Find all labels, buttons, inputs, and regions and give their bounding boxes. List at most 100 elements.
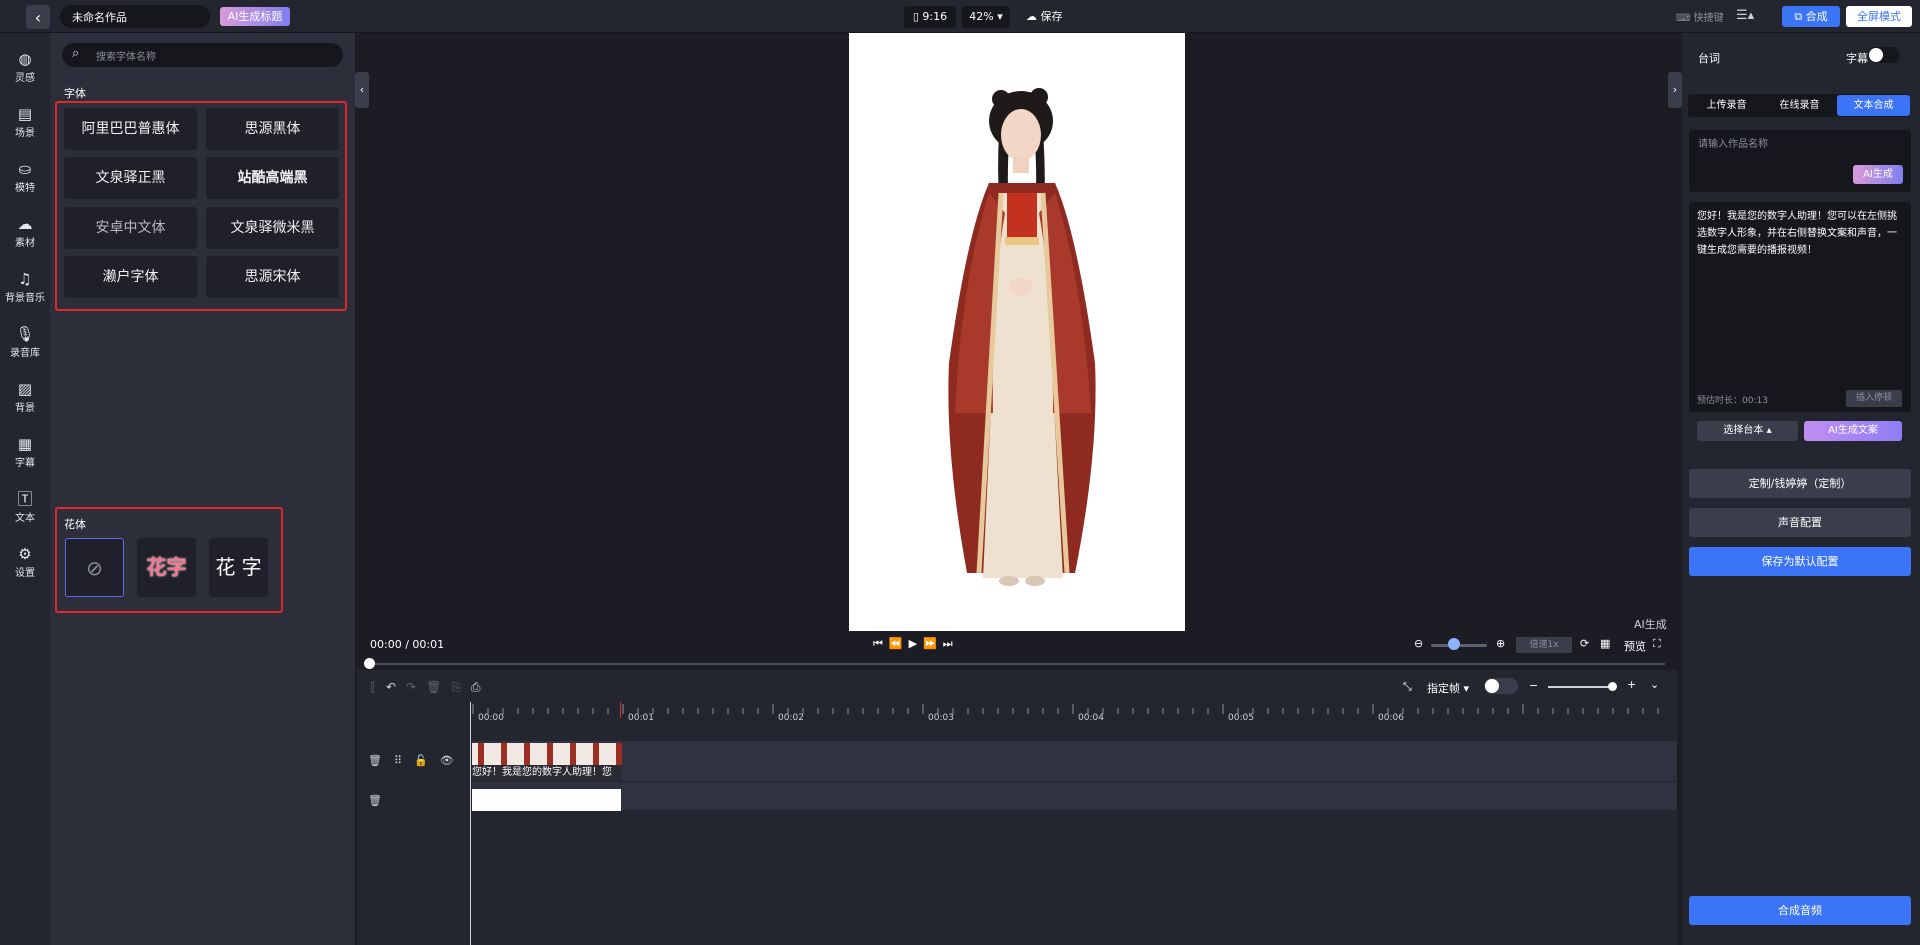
preview-zoom-handle[interactable] — [1448, 638, 1460, 650]
cloud-icon: ☁ — [17, 215, 33, 233]
speed-select[interactable]: 倍速1x — [1516, 637, 1572, 653]
preview-canvas[interactable] — [849, 33, 1185, 631]
font-option[interactable]: 思源宋体 — [206, 256, 339, 298]
collapse-timeline-icon[interactable]: ⌄ — [1650, 678, 1659, 691]
refresh-icon[interactable]: ⟳ — [1580, 637, 1589, 650]
font-option[interactable]: 阿里巴巴普惠体 — [64, 108, 197, 150]
eye-icon[interactable]: 👁 — [440, 754, 466, 767]
insert-pause-button[interactable]: 插入停顿 — [1846, 390, 1902, 407]
undo-icon[interactable]: ↶ — [386, 680, 406, 694]
preview-button[interactable]: 预览 — [1624, 638, 1646, 654]
collapse-left-panel[interactable]: ‹ — [355, 72, 369, 108]
caret-down-icon: ▾ — [993, 10, 1003, 23]
font-option[interactable]: 文泉驿微米黑 — [206, 207, 339, 249]
playback-controls: ⏮⏪▶⏩⏭ — [873, 637, 959, 651]
keyframe-select[interactable]: 指定帧 ▾ — [1427, 680, 1469, 696]
ai-title-button[interactable]: AI生成标题 — [220, 7, 290, 26]
skip-start-icon[interactable]: ⏮ — [873, 637, 889, 650]
nav-label: 录音库 — [10, 348, 40, 359]
collapse-right-panel[interactable]: › — [1668, 72, 1682, 108]
ai-copy-button[interactable]: AI生成文案 — [1804, 421, 1902, 441]
fast-forward-icon[interactable]: ⏩ — [923, 637, 943, 650]
copy-icon[interactable]: ⎘ — [451, 680, 471, 694]
nav-label: 灵感 — [15, 73, 35, 84]
tab-text-synthesis[interactable]: 文本合成 — [1837, 95, 1910, 116]
playhead-line[interactable] — [470, 702, 471, 945]
layout-toggle[interactable]: ☰▴ — [1736, 8, 1754, 23]
grid-icon[interactable]: ▦ — [1600, 637, 1610, 650]
nav-item-model[interactable]: ⛀ 模特 — [0, 153, 50, 203]
shrink-icon[interactable]: ⤡ — [1403, 680, 1412, 694]
choose-script-button[interactable]: 选择台本 ▴ — [1697, 421, 1798, 441]
font-option[interactable]: 思源黑体 — [206, 108, 339, 150]
nav-item-bgmusic[interactable]: ♫ 背景音乐 — [0, 263, 50, 313]
nav-item-settings[interactable]: ⚙ 设置 — [0, 538, 50, 588]
font-option[interactable]: 安卓中文体 — [64, 207, 197, 249]
rewind-icon[interactable]: ⏪ — [889, 637, 909, 650]
project-name-input[interactable]: 未命名作品 — [60, 5, 210, 28]
ratio-value: 9:16 — [922, 10, 948, 23]
panel-title: 台词 — [1698, 52, 1720, 65]
nav-item-inspiration[interactable]: ◍ 灵感 — [0, 43, 50, 93]
script-text[interactable]: 您好！我是您的数字人助理！您可以在左侧挑选数字人形象，并在右侧替换文案和声音，一… — [1697, 208, 1901, 259]
timeline-zoom-slider[interactable] — [1548, 686, 1614, 688]
save-button[interactable]: ☁ 保存 — [1026, 8, 1063, 24]
compose-audio-button[interactable]: 合成音频 — [1689, 896, 1911, 925]
nav-item-material[interactable]: ☁ 素材 — [0, 208, 50, 258]
none-icon: ⊘ — [86, 556, 103, 580]
delete-track-icon[interactable]: 🗑 — [368, 754, 394, 767]
tab-upload-recording[interactable]: 上传录音 — [1690, 95, 1763, 116]
ai-generate-name-button[interactable]: AI生成 — [1853, 165, 1903, 184]
tab-online-recording[interactable]: 在线录音 — [1763, 95, 1836, 116]
tick-label: 00:04 — [1078, 713, 1104, 723]
skip-end-icon[interactable]: ⏭ — [943, 637, 959, 650]
split-icon[interactable]: ⟦ — [370, 680, 386, 694]
nav-item-text[interactable]: 🅃 文本 — [0, 483, 50, 533]
zoom-in-icon[interactable]: ⊕ — [1496, 637, 1505, 650]
font-search-input[interactable]: 搜索字体名称 — [62, 43, 343, 67]
choose-script-label: 选择台本 — [1723, 425, 1764, 436]
font-option[interactable]: 濑户字体 — [64, 256, 197, 298]
aspect-ratio-button[interactable]: ▯ 9:16 — [904, 6, 956, 28]
nav-label: 设置 — [15, 568, 35, 579]
lock-icon[interactable]: 🔓 — [414, 754, 440, 767]
fancy-none-option[interactable]: ⊘ — [65, 538, 124, 597]
nav-item-recording[interactable]: 🎙 录音库 — [0, 318, 50, 368]
audio-clip[interactable] — [472, 789, 621, 811]
keyframe-toggle[interactable] — [1484, 678, 1518, 694]
voice-config-button[interactable]: 声音配置 — [1689, 508, 1911, 537]
nav-label: 背景 — [15, 403, 35, 414]
video-clip[interactable]: 您好！我是您的数字人助理！您 — [472, 743, 622, 781]
drag-handle-icon[interactable]: ⠿ — [394, 754, 414, 767]
nav-item-background[interactable]: ▨ 背景 — [0, 373, 50, 423]
font-option[interactable]: 文泉驿正黑 — [64, 157, 197, 199]
subtitle-toggle[interactable] — [1868, 47, 1900, 63]
estimated-duration: 预估时长：00:13 — [1697, 396, 1768, 406]
fancy-option[interactable]: 花 字 — [209, 538, 268, 597]
delete-audio-track-icon[interactable]: 🗑 — [368, 794, 382, 807]
delete-icon[interactable]: 🗑 — [426, 680, 451, 694]
progress-track[interactable] — [369, 663, 1665, 665]
nav-item-scene[interactable]: ▤ 场景 — [0, 98, 50, 148]
expand-icon[interactable]: ⛶ — [1653, 637, 1661, 651]
custom-voice-button[interactable]: 定制/钱婷婷（定制） — [1689, 469, 1911, 498]
save-frame-icon[interactable]: ⎙ — [471, 680, 491, 694]
fullscreen-button[interactable]: 全屏模式 — [1846, 6, 1912, 27]
back-button[interactable]: ‹ — [26, 5, 50, 29]
timeline-zoom-handle[interactable] — [1608, 682, 1617, 691]
timeline-zoom-in-icon[interactable]: + — [1627, 678, 1636, 691]
redo-icon[interactable]: ↷ — [406, 680, 426, 694]
nav-item-subtitle[interactable]: ▦ 字幕 — [0, 428, 50, 478]
tick-label: 00:05 — [1228, 713, 1254, 723]
font-option[interactable]: 站酷高端黑 — [206, 157, 339, 199]
keyboard-icon: ⌨ — [1676, 13, 1694, 24]
progress-handle[interactable] — [364, 658, 375, 669]
save-default-button[interactable]: 保存为默认配置 — [1689, 547, 1911, 576]
zoom-out-icon[interactable]: ⊖ — [1414, 637, 1423, 650]
shortcut-button[interactable]: ⌨ 快捷键 — [1676, 9, 1724, 24]
play-icon[interactable]: ▶ — [909, 637, 923, 650]
fancy-option[interactable]: 花字 — [137, 538, 196, 597]
compose-button[interactable]: ⧉ 合成 — [1782, 6, 1840, 27]
zoom-select[interactable]: 42% ▾ — [962, 6, 1010, 28]
timeline-zoom-out-icon[interactable]: − — [1529, 679, 1538, 692]
